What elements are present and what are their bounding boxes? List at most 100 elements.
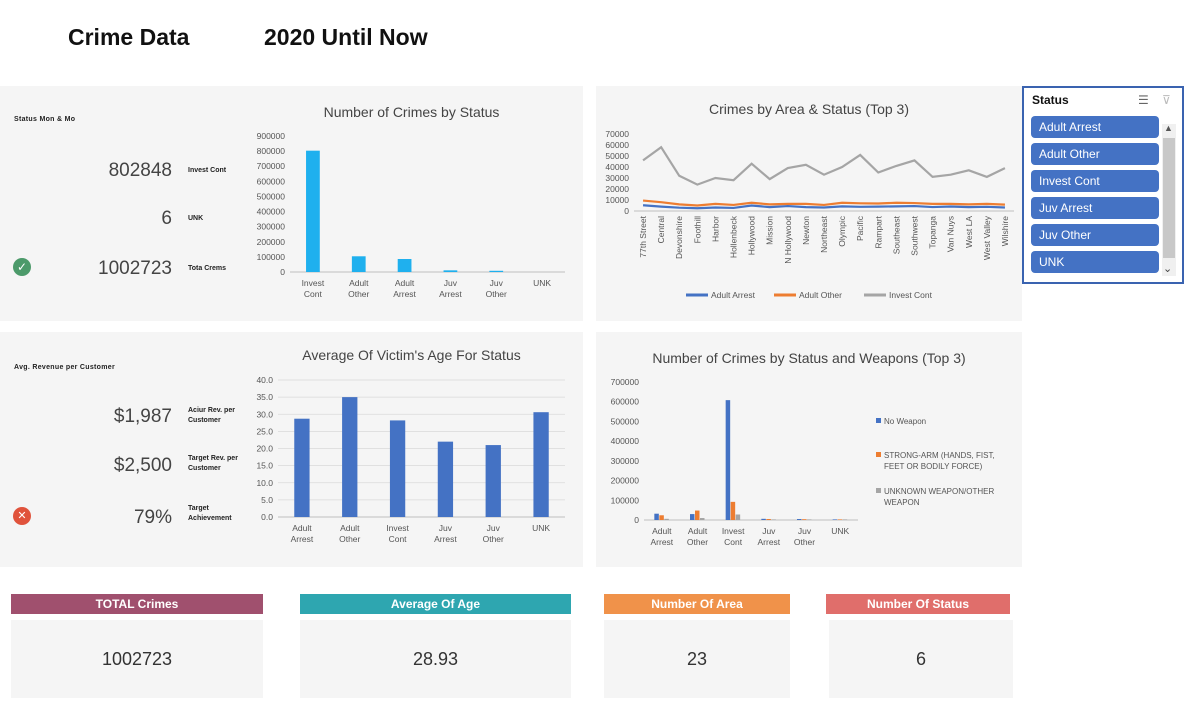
y-tick-label: 700000 bbox=[611, 377, 640, 387]
kpi-value: 1002723 bbox=[98, 258, 172, 279]
page-title: Crime Data bbox=[68, 24, 190, 50]
x-tick-label: Arrest bbox=[393, 289, 416, 299]
y-tick-label: 0 bbox=[280, 267, 285, 277]
x-tick-label: Arrest bbox=[439, 289, 462, 299]
card-title: Average Of Age bbox=[300, 594, 571, 614]
x-tick-label: Southwest bbox=[909, 215, 919, 255]
x-tick-label: Cont bbox=[389, 534, 408, 544]
slicer-item[interactable]: UNK bbox=[1031, 251, 1159, 273]
x-tick-label: West Valley bbox=[982, 215, 992, 260]
y-tick-label: 15.0 bbox=[256, 461, 273, 471]
bar bbox=[389, 420, 406, 517]
x-tick-label: Arrest bbox=[291, 534, 314, 544]
x-tick-label: Juv bbox=[490, 278, 504, 288]
x-tick-label: Invest bbox=[386, 523, 409, 533]
bar bbox=[437, 441, 454, 517]
y-tick-label: 400000 bbox=[257, 207, 286, 217]
crimes-by-status-chart: 0 100000 200000 300000 400000 500000 600000 700… bbox=[257, 131, 565, 299]
y-tick-label: 200000 bbox=[611, 476, 640, 486]
bar bbox=[690, 514, 695, 520]
x-tick-label: Adult bbox=[292, 523, 312, 533]
x-tick-label: Rampart bbox=[873, 215, 883, 248]
bar bbox=[695, 510, 700, 520]
x-tick-label: Hollywood bbox=[747, 216, 757, 255]
kpi-label: UNK bbox=[188, 215, 204, 222]
series-line bbox=[642, 199, 1005, 207]
y-tick-label: 500000 bbox=[257, 191, 286, 201]
page-subtitle: 2020 Until Now bbox=[264, 24, 428, 50]
x-tick-label: Adult bbox=[395, 278, 415, 288]
legend-swatch bbox=[876, 418, 881, 423]
y-tick-label: 900000 bbox=[257, 131, 286, 141]
average-age-chart: 0.05.010.015.020.025.030.035.040.0AdultA… bbox=[256, 375, 565, 544]
x-tick-label: Van Nuys bbox=[946, 216, 956, 252]
y-tick-label: 700000 bbox=[257, 161, 286, 171]
legend-label: STRONG-ARM (HANDS, FIST, FEET OR BODILY … bbox=[884, 451, 997, 471]
x-tick-label: Newton bbox=[801, 216, 811, 245]
x-tick-label: Devonshire bbox=[674, 216, 684, 259]
y-tick-label: 40.0 bbox=[256, 375, 273, 385]
chart-title: Number of Crimes by Status and Weapons (… bbox=[652, 350, 966, 366]
slicer-item[interactable]: Adult Arrest bbox=[1031, 116, 1159, 138]
bar bbox=[397, 259, 412, 272]
slicer-title: Status bbox=[1032, 93, 1069, 107]
y-tick-label: 30000 bbox=[605, 173, 629, 183]
legend-label: No Weapon bbox=[884, 417, 926, 426]
kpi-value: $1,987 bbox=[113, 406, 172, 427]
x-tick-label: Olympic bbox=[837, 215, 847, 246]
slicer-scrollbar[interactable]: ▲ ⌄ bbox=[1162, 123, 1176, 276]
multi-select-icon[interactable]: ☰ bbox=[1138, 93, 1149, 107]
status-slicer: Status ☰ ⊽ Adult Arrest Adult Other Inve… bbox=[1022, 86, 1184, 284]
x-tick-label: Juv bbox=[444, 278, 458, 288]
x-tick-label: UNK bbox=[533, 278, 551, 288]
kpi-value: 802848 bbox=[108, 160, 172, 181]
x-tick-label: UNK bbox=[532, 523, 550, 533]
card-title: Number Of Status bbox=[826, 594, 1010, 614]
x-circle-icon: ✕ bbox=[13, 507, 31, 525]
y-tick-label: 35.0 bbox=[256, 392, 273, 402]
panel-crimes-by-status: Status Mon & Mo 802848 Invest Cont 6 UNK… bbox=[0, 86, 583, 321]
slicer-item[interactable]: Invest Cont bbox=[1031, 170, 1159, 192]
scrollbar-thumb[interactable] bbox=[1163, 138, 1175, 258]
clear-filter-icon[interactable]: ⊽ bbox=[1162, 93, 1171, 107]
kpi-label: Target Achievement bbox=[188, 505, 232, 522]
y-tick-label: 20.0 bbox=[256, 444, 273, 454]
chart-title: Crimes by Area & Status (Top 3) bbox=[709, 101, 909, 117]
bar bbox=[443, 270, 458, 272]
y-tick-label: 100000 bbox=[257, 252, 286, 262]
x-tick-label: Mission bbox=[765, 216, 775, 245]
y-tick-label: 60000 bbox=[605, 140, 629, 150]
bar bbox=[842, 519, 848, 520]
chevron-up-icon[interactable]: ▲ bbox=[1164, 123, 1173, 133]
slicer-item[interactable]: Adult Other bbox=[1031, 143, 1159, 165]
bar bbox=[351, 256, 366, 272]
bar bbox=[533, 412, 549, 517]
x-tick-label: Other bbox=[348, 289, 369, 299]
y-tick-label: 500000 bbox=[611, 416, 640, 426]
card-title: Number Of Area bbox=[604, 594, 790, 614]
panel-crimes-by-weapons: Number of Crimes by Status and Weapons (… bbox=[596, 332, 1022, 567]
y-tick-label: 100000 bbox=[611, 495, 640, 505]
y-tick-label: 0 bbox=[634, 515, 639, 525]
x-tick-label: Southeast bbox=[891, 215, 901, 254]
legend-label: Adult Other bbox=[799, 290, 842, 300]
bar bbox=[766, 519, 771, 520]
x-tick-label: Central bbox=[656, 216, 666, 244]
y-tick-label: 25.0 bbox=[256, 426, 273, 436]
legend-swatch bbox=[876, 488, 881, 493]
y-tick-label: 300000 bbox=[611, 456, 640, 466]
x-tick-label: Pacific bbox=[855, 215, 865, 241]
kpi-label: Invest Cont bbox=[188, 167, 227, 174]
x-tick-label: Harbor bbox=[710, 216, 720, 242]
y-tick-label: 20000 bbox=[605, 184, 629, 194]
chart-title: Average Of Victim's Age For Status bbox=[302, 347, 521, 363]
panel-crimes-by-area: Crimes by Area & Status (Top 3) 0 10000 20… bbox=[596, 86, 1022, 321]
bar bbox=[342, 397, 358, 517]
y-tick-label: 0 bbox=[624, 206, 629, 216]
kpi-label: Tota Crems bbox=[188, 265, 226, 272]
legend-label: Adult Arrest bbox=[711, 290, 756, 300]
slicer-item[interactable]: Juv Other bbox=[1031, 224, 1159, 246]
chevron-down-icon[interactable]: ⌄ bbox=[1163, 262, 1172, 275]
slicer-item[interactable]: Juv Arrest bbox=[1031, 197, 1159, 219]
kpi-heading: Status Mon & Mo bbox=[14, 116, 76, 123]
